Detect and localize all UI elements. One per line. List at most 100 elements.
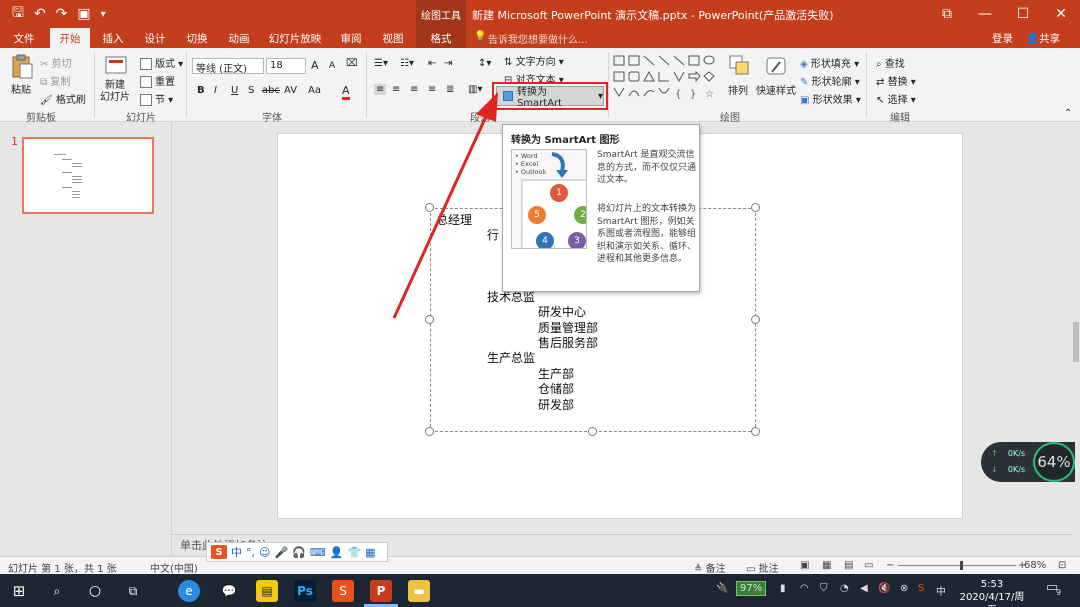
- minimize-icon[interactable]: —: [966, 0, 1004, 28]
- arrange-button[interactable]: 排列: [728, 82, 748, 97]
- wechat-icon[interactable]: 💬: [218, 580, 240, 602]
- copy-button[interactable]: ⧉ 复制: [40, 73, 70, 88]
- new-slide-button[interactable]: 新建 幻灯片: [100, 80, 130, 104]
- tell-me-box[interactable]: 告诉我您想要做什么...: [488, 31, 588, 46]
- wifi-icon[interactable]: ◠: [800, 583, 809, 594]
- search-icon[interactable]: ⌕: [46, 580, 68, 602]
- strikethrough-button[interactable]: abc: [262, 85, 280, 96]
- resize-handle[interactable]: [751, 203, 760, 212]
- font-name-combo[interactable]: 等线 (正文): [192, 58, 264, 75]
- zoom-slider-knob[interactable]: [960, 561, 963, 570]
- paste-icon[interactable]: [10, 54, 34, 80]
- emoji-icon[interactable]: ☺: [259, 546, 270, 559]
- shape-fill-button[interactable]: ◈ 形状填充 ▾: [800, 55, 859, 70]
- bullets-icon[interactable]: ☰▾: [374, 58, 388, 69]
- zoom-slider[interactable]: [898, 565, 1016, 566]
- skin-icon[interactable]: 👕: [347, 546, 361, 559]
- quick-styles-icon[interactable]: [764, 54, 788, 80]
- battery-indicator[interactable]: 97%: [736, 581, 767, 596]
- font-size-combo[interactable]: 18: [266, 58, 306, 74]
- shapes-gallery[interactable]: {} ☆: [612, 54, 722, 102]
- section-button[interactable]: 节 ▾: [140, 91, 173, 106]
- format-painter-button[interactable]: 🖌 格式刷: [40, 91, 86, 106]
- arrange-icon[interactable]: [728, 54, 752, 80]
- line-spacing-icon[interactable]: ↕▾: [478, 58, 491, 69]
- cut-button[interactable]: ✂ 剪切: [40, 55, 72, 70]
- collapse-ribbon-icon[interactable]: ⌃: [1064, 108, 1072, 119]
- quick-styles-button[interactable]: 快速样式: [756, 82, 796, 97]
- slideshow-view-icon[interactable]: ▭: [864, 560, 873, 571]
- customize-qat-icon[interactable]: ▾: [101, 9, 106, 20]
- paste-button[interactable]: 粘贴: [11, 81, 31, 96]
- redo-icon[interactable]: ↷: [56, 6, 68, 22]
- ime-punctuation[interactable]: °,: [246, 546, 255, 559]
- sogou-logo-icon[interactable]: S: [211, 545, 227, 559]
- tab-home[interactable]: 开始: [50, 28, 90, 48]
- resize-handle[interactable]: [751, 315, 760, 324]
- headphone-icon[interactable]: 🎧: [292, 546, 306, 559]
- power-icon[interactable]: 🔌: [716, 583, 728, 594]
- change-case-button[interactable]: Aa: [308, 85, 321, 96]
- tab-view[interactable]: 视图: [376, 28, 410, 48]
- shrink-font-button[interactable]: A: [329, 61, 335, 71]
- text-direction-button[interactable]: ⇅ 文字方向 ▾: [504, 53, 564, 68]
- tab-insert[interactable]: 插入: [96, 28, 130, 48]
- layout-button[interactable]: 版式 ▾: [140, 55, 183, 70]
- slide-sorter-icon[interactable]: ▦: [822, 560, 831, 571]
- save-icon[interactable]: 🖫: [12, 2, 24, 26]
- present-from-beginning-icon[interactable]: ▣: [77, 6, 90, 22]
- keyboard-icon[interactable]: ⌨: [310, 546, 326, 559]
- login-link[interactable]: 登录: [992, 31, 1013, 46]
- find-button[interactable]: ⌕ 查找: [876, 55, 905, 70]
- reading-view-icon[interactable]: ▤: [844, 560, 853, 571]
- select-button[interactable]: ↖ 选择 ▾: [876, 91, 916, 106]
- system-clock[interactable]: 5:53 2020/4/17/周五: [956, 578, 1028, 607]
- scrollbar-thumb[interactable]: [1073, 322, 1079, 362]
- tab-slideshow[interactable]: 幻灯片放映: [264, 28, 326, 48]
- file-explorer-icon[interactable]: ▬: [408, 580, 430, 602]
- toolbox-icon[interactable]: ▦: [365, 546, 375, 559]
- replace-button[interactable]: ⇄ 替换 ▾: [876, 73, 916, 88]
- resize-handle[interactable]: [425, 427, 434, 436]
- browser-icon[interactable]: e: [178, 580, 200, 602]
- photoshop-icon[interactable]: Ps: [294, 580, 316, 602]
- shield-icon[interactable]: ⛉: [820, 583, 828, 594]
- share-button[interactable]: 👤共享: [1026, 31, 1060, 46]
- task-view-icon[interactable]: ⧉: [122, 580, 144, 602]
- bold-button[interactable]: B: [197, 85, 205, 96]
- slide-thumbnail[interactable]: [22, 137, 154, 214]
- normal-view-icon[interactable]: ▣: [800, 560, 809, 571]
- clear-format-icon[interactable]: ⌧: [346, 58, 358, 69]
- grow-font-button[interactable]: A: [311, 59, 319, 72]
- close-circle-icon[interactable]: ⊗: [900, 583, 908, 594]
- zoom-out-icon[interactable]: −: [886, 560, 894, 571]
- tab-review[interactable]: 审阅: [334, 28, 368, 48]
- volume-muted-icon[interactable]: 🔇: [878, 583, 890, 594]
- tab-format[interactable]: 格式: [416, 28, 466, 48]
- cortana-icon[interactable]: ○: [84, 580, 106, 602]
- ime-mode[interactable]: 中: [231, 544, 242, 560]
- network-icon[interactable]: ◔: [840, 583, 849, 594]
- battery-icon[interactable]: ▮: [780, 583, 786, 594]
- comments-toggle[interactable]: ▭ 批注: [746, 560, 779, 575]
- numbering-icon[interactable]: ☷▾: [400, 58, 414, 69]
- tab-animations[interactable]: 动画: [222, 28, 256, 48]
- sogou-app-icon[interactable]: S: [332, 580, 354, 602]
- tab-file[interactable]: 文件: [6, 28, 42, 48]
- sogou-tray-icon[interactable]: S: [918, 583, 924, 594]
- resize-handle[interactable]: [751, 427, 760, 436]
- ribbon-display-icon[interactable]: ⧉: [928, 0, 966, 28]
- sticky-notes-icon[interactable]: ▤: [256, 580, 278, 602]
- tab-design[interactable]: 设计: [138, 28, 172, 48]
- resize-handle[interactable]: [588, 427, 597, 436]
- undo-icon[interactable]: ↶: [34, 6, 46, 22]
- decrease-indent-icon[interactable]: ⇤: [428, 58, 436, 69]
- user-icon[interactable]: 👤: [330, 546, 344, 559]
- shape-effects-button[interactable]: ▣ 形状效果 ▾: [800, 91, 861, 106]
- font-color-button[interactable]: A: [342, 84, 350, 100]
- underline-button[interactable]: U: [231, 85, 238, 96]
- fit-to-window-icon[interactable]: ⊡: [1058, 560, 1066, 571]
- notes-toggle[interactable]: ≜ 备注: [694, 560, 726, 575]
- microphone-icon[interactable]: 🎤: [274, 546, 288, 559]
- network-speed-widget[interactable]: ↑ 0K/s ↓ 0K/s 64%: [981, 442, 1075, 482]
